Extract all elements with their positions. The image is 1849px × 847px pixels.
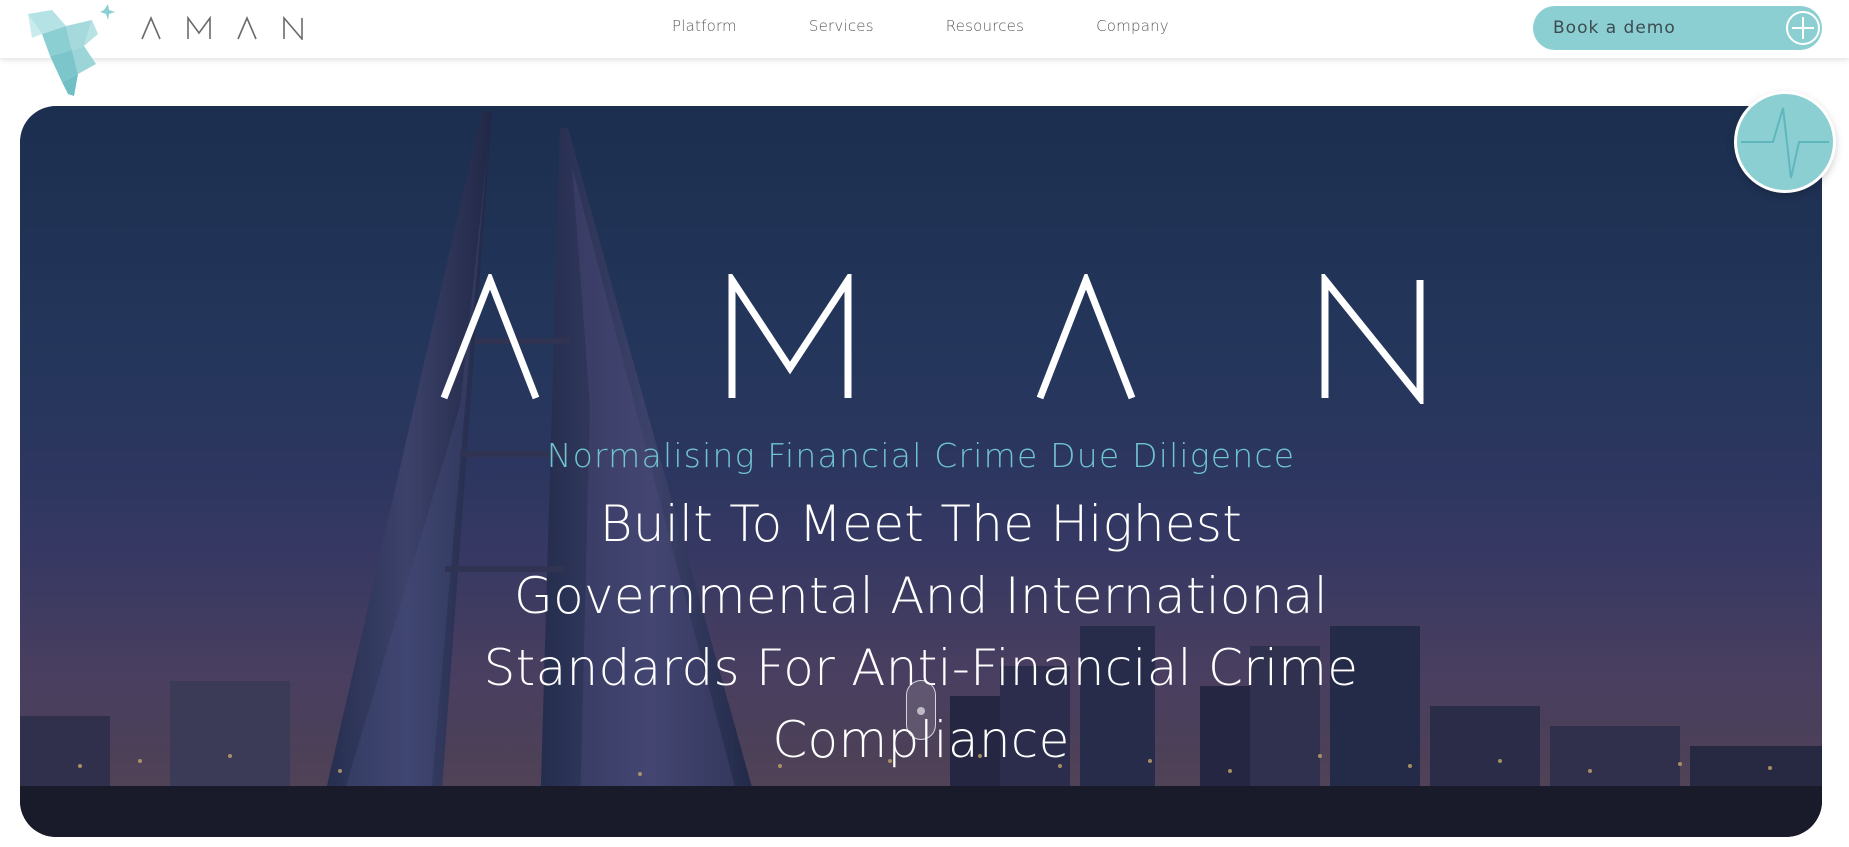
wordmark-letter-a [237, 16, 257, 40]
main-nav: Platform Services Resources Company [672, 17, 1241, 41]
scroll-dot [917, 707, 925, 715]
origami-bird-logo[interactable] [22, 4, 122, 100]
pulse-line-icon [1741, 107, 1829, 179]
hero-brand-wordmark [440, 274, 1424, 404]
nav-platform[interactable]: Platform [672, 17, 737, 41]
wordmark-letter-n [283, 16, 303, 40]
hero-banner: Normalising Financial Crime Due Diligenc… [20, 106, 1822, 837]
scroll-mouse-icon[interactable] [906, 680, 936, 740]
nav-resources[interactable]: Resources [946, 17, 1024, 41]
brand-wordmark[interactable] [140, 13, 304, 43]
wordmark-letter-a [141, 16, 161, 40]
nav-services[interactable]: Services [809, 17, 874, 41]
wordmark-letter-m [187, 16, 211, 39]
book-demo-button[interactable]: Book a demo [1533, 6, 1822, 50]
plus-circle-icon [1786, 11, 1820, 45]
hero-tagline: Normalising Financial Crime Due Diligenc… [546, 436, 1296, 475]
top-navbar: Platform Services Resources Company Book… [0, 0, 1849, 58]
heartbeat-pulse-icon[interactable] [1737, 94, 1833, 190]
book-demo-label: Book a demo [1553, 18, 1676, 38]
nav-company[interactable]: Company [1096, 17, 1169, 41]
